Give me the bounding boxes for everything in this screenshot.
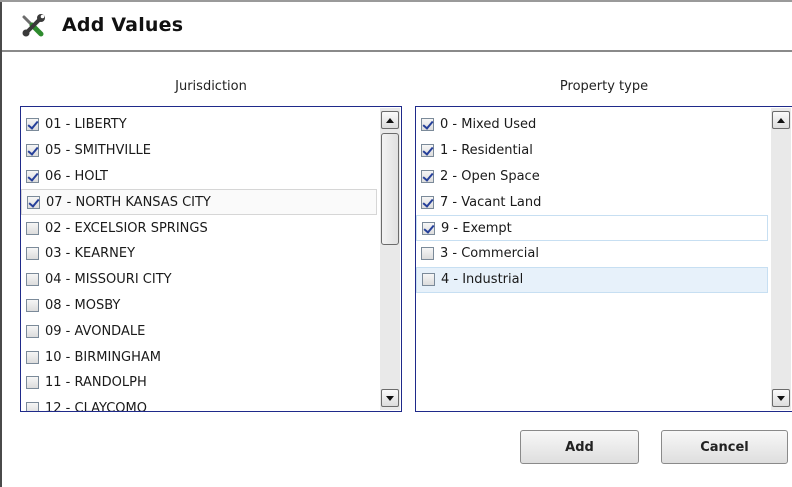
jurisdiction-item-label: 10 - BIRMINGHAM (45, 349, 162, 365)
jurisdiction-item[interactable]: 04 - MISSOURI CITY (21, 267, 379, 293)
property-type-item-label: 0 - Mixed Used (440, 117, 537, 133)
checkbox-unchecked[interactable] (26, 273, 39, 287)
property-type-item-label: 7 - Vacant Land (440, 194, 542, 210)
checkbox-checked[interactable] (421, 144, 434, 158)
jurisdiction-item[interactable]: 03 - KEARNEY (21, 241, 379, 267)
property-type-item[interactable]: 2 - Open Space (416, 164, 770, 190)
property-type-item[interactable]: 0 - Mixed Used (416, 112, 770, 138)
checkbox-unchecked[interactable] (421, 247, 434, 261)
property-type-header: Property type (559, 79, 649, 94)
checkbox-unchecked[interactable] (26, 324, 39, 338)
checkbox-unchecked[interactable] (26, 402, 39, 411)
checkbox-checked[interactable] (422, 221, 435, 235)
jurisdiction-item-label: 11 - RANDOLPH (45, 375, 147, 391)
property-type-items: 0 - Mixed Used 1 - Residential 2 - Open Sp… (416, 107, 770, 411)
jurisdiction-item[interactable]: 08 - MOSBY (21, 293, 379, 319)
property-type-item-label: 1 - Residential (440, 143, 533, 159)
jurisdiction-item-label: 06 - HOLT (45, 168, 108, 184)
arrow-down-icon (386, 395, 394, 401)
title-separator (2, 50, 792, 52)
arrow-up-icon (777, 117, 785, 123)
property-type-item-label: 3 - Commercial (440, 246, 539, 262)
checkbox-checked[interactable] (26, 169, 39, 183)
jurisdiction-item-label: 03 - KEARNEY (45, 246, 136, 262)
checkbox-checked[interactable] (421, 169, 434, 183)
jurisdiction-item-label: 01 - LIBERTY (45, 117, 127, 133)
property-type-item[interactable]: 7 - Vacant Land (416, 189, 770, 215)
jurisdiction-item[interactable]: 05 - SMITHVILLE (21, 138, 379, 164)
jurisdiction-item-label: 12 - CLAYCOMO (45, 401, 147, 412)
arrow-up-icon (386, 117, 394, 123)
jurisdiction-item-label: 08 - MOSBY (45, 297, 121, 313)
jurisdiction-items: 01 - LIBERTY 05 - SMITHVILLE 06 - HOLT 07 -… (21, 107, 379, 411)
jurisdiction-item-label: 02 - EXCELSIOR SPRINGS (45, 220, 208, 236)
cancel-button[interactable]: Cancel (661, 430, 788, 464)
checkbox-checked[interactable] (27, 195, 40, 209)
property-type-item[interactable]: 1 - Residential (416, 138, 770, 164)
scroll-down-button[interactable] (381, 389, 399, 407)
property-type-scrollbar[interactable] (771, 108, 791, 410)
jurisdiction-item[interactable]: 01 - LIBERTY (21, 112, 379, 138)
jurisdiction-item[interactable]: 11 - RANDOLPH (21, 370, 379, 396)
jurisdiction-item-label: 07 - NORTH KANSAS CITY (46, 194, 211, 210)
scroll-up-button[interactable] (381, 111, 399, 129)
tools-icon (20, 13, 46, 39)
checkbox-checked[interactable] (421, 118, 434, 132)
jurisdiction-item[interactable]: 10 - BIRMINGHAM (21, 344, 379, 370)
property-type-item[interactable]: 4 - Industrial (416, 266, 768, 293)
jurisdiction-scrollbar[interactable] (380, 108, 400, 410)
jurisdiction-item[interactable]: 09 - AVONDALE (21, 318, 379, 344)
jurisdiction-item[interactable]: 12 - CLAYCOMO (21, 396, 379, 412)
scroll-thumb[interactable] (381, 133, 399, 245)
checkbox-unchecked[interactable] (26, 376, 39, 390)
checkbox-unchecked[interactable] (26, 221, 39, 235)
property-type-listbox[interactable]: 0 - Mixed Used 1 - Residential 2 - Open Sp… (415, 106, 792, 412)
add-button[interactable]: Add (520, 430, 639, 464)
property-type-item[interactable]: 9 - Exempt (416, 215, 768, 241)
title-bar: Add Values (2, 2, 792, 50)
window-left-border (0, 0, 2, 487)
checkbox-unchecked[interactable] (26, 350, 39, 364)
jurisdiction-listbox[interactable]: 01 - LIBERTY 05 - SMITHVILLE 06 - HOLT 07 -… (20, 106, 402, 412)
property-type-item-label: 2 - Open Space (440, 168, 540, 184)
checkbox-checked[interactable] (26, 144, 39, 158)
jurisdiction-item[interactable]: 06 - HOLT (21, 164, 379, 190)
property-type-item-label: 4 - Industrial (441, 272, 524, 288)
jurisdiction-header: Jurisdiction (175, 79, 247, 94)
property-type-item[interactable]: 3 - Commercial (416, 241, 770, 267)
jurisdiction-item[interactable]: 02 - EXCELSIOR SPRINGS (21, 215, 379, 241)
window-title: Add Values (62, 14, 184, 36)
jurisdiction-item-label: 04 - MISSOURI CITY (45, 272, 172, 288)
checkbox-unchecked[interactable] (26, 247, 39, 261)
jurisdiction-item[interactable]: 07 - NORTH KANSAS CITY (21, 189, 377, 216)
checkbox-checked[interactable] (421, 195, 434, 209)
checkbox-unchecked[interactable] (26, 298, 39, 312)
jurisdiction-item-label: 05 - SMITHVILLE (45, 143, 151, 159)
checkbox-unchecked[interactable] (422, 273, 435, 287)
scroll-down-button[interactable] (772, 389, 790, 407)
checkbox-checked[interactable] (26, 118, 39, 132)
jurisdiction-item-label: 09 - AVONDALE (45, 323, 146, 339)
arrow-down-icon (777, 395, 785, 401)
scroll-up-button[interactable] (772, 111, 790, 129)
property-type-item-label: 9 - Exempt (441, 220, 512, 236)
